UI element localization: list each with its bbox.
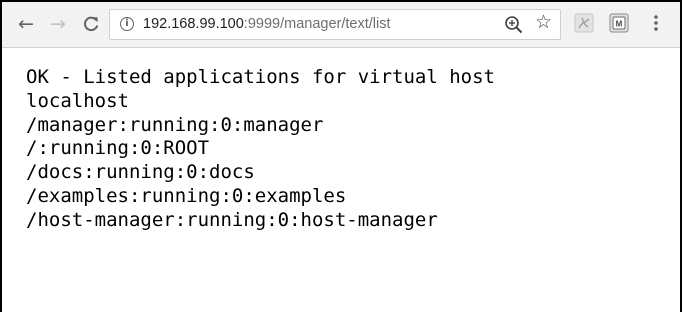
url-text[interactable]: 192.168.99.100:9999/manager/text/list (143, 16, 391, 32)
back-button[interactable]: ← (14, 11, 38, 37)
text-line: /manager:running:0:manager (26, 113, 324, 136)
bookmark-star-icon[interactable]: ☆ (535, 13, 552, 32)
zoom-icon[interactable] (504, 15, 524, 35)
reload-icon (84, 16, 99, 32)
url-host: 192.168.99.100 (143, 16, 244, 32)
more-menu-icon[interactable] (653, 13, 659, 33)
forward-arrow-icon: → (50, 12, 66, 35)
pdf-extension-icon[interactable] (574, 13, 594, 33)
forward-button[interactable]: → (46, 11, 70, 37)
m-extension-icon[interactable]: M (609, 13, 629, 33)
svg-text:M: M (616, 20, 623, 29)
text-line: OK - Listed applications for virtual hos… (26, 66, 495, 88)
back-arrow-icon: ← (18, 12, 34, 35)
url-path: :9999/manager/text/list (243, 16, 391, 32)
address-bar[interactable]: i 192.168.99.100:9999/manager/text/list … (109, 9, 561, 40)
text-line: localhost (26, 89, 129, 112)
browser-toolbar: ← → i 192.168.99.100:9999/manager/text/l… (2, 2, 680, 48)
text-line: /examples:running:0:examples (26, 184, 347, 207)
text-line: /host-manager:running:0:host-manager (26, 208, 438, 231)
text-line: /docs:running:0:docs (26, 161, 255, 184)
reload-button[interactable] (79, 11, 103, 37)
text-line: /:running:0:ROOT (26, 137, 210, 160)
page-content: OK - Listed applications for virtual hos… (26, 66, 672, 233)
browser-window: ← → i 192.168.99.100:9999/manager/text/l… (0, 0, 682, 312)
info-icon[interactable]: i (120, 17, 134, 31)
